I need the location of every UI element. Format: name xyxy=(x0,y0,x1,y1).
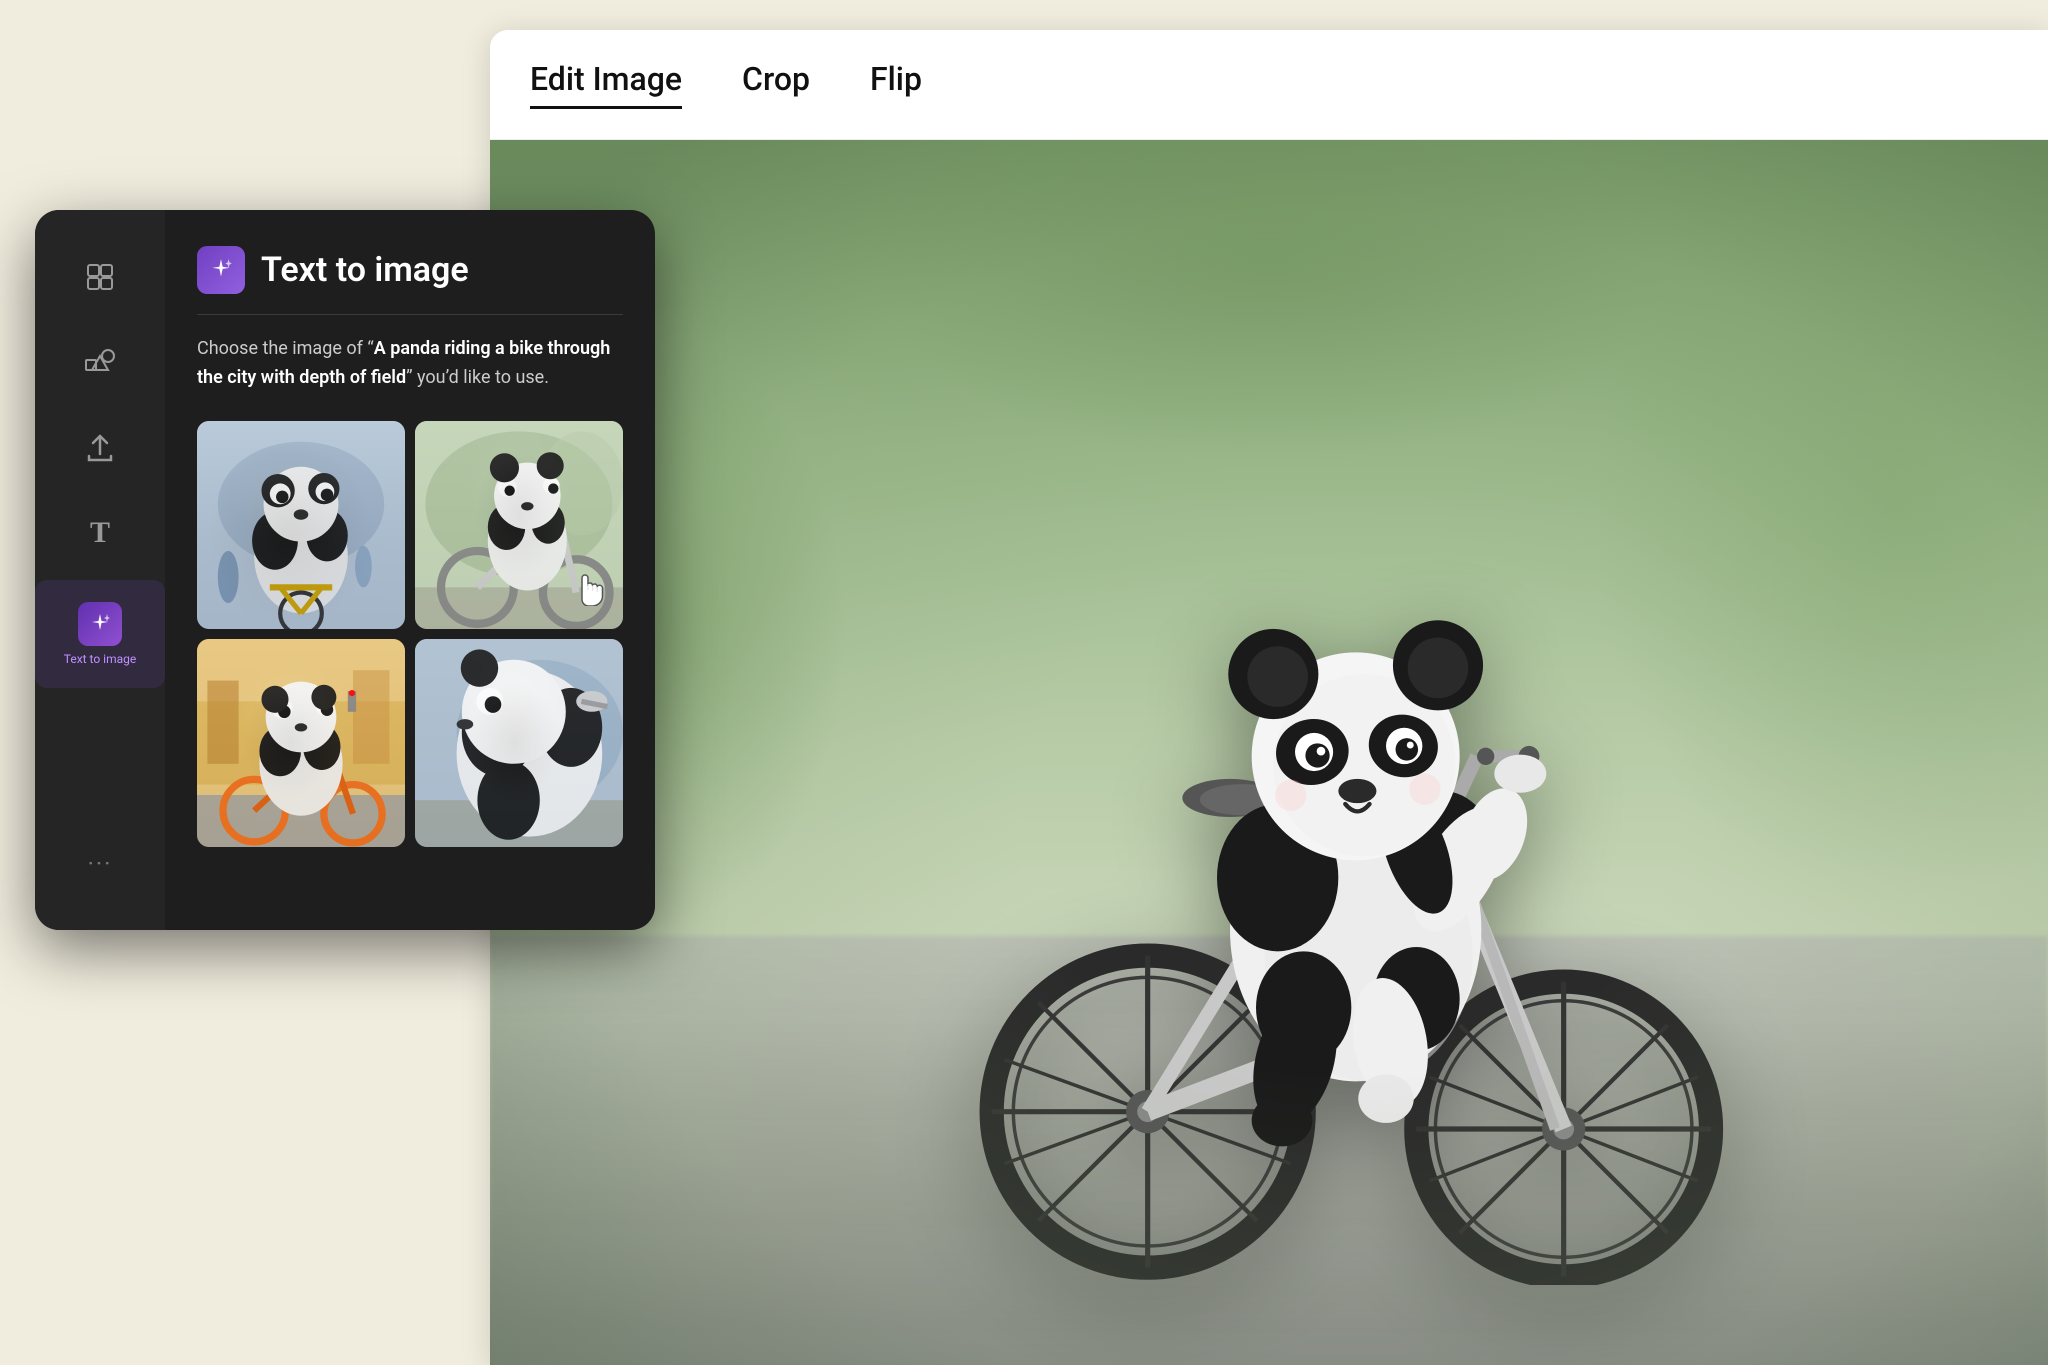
panel-content: Text to image Choose the image of “A pan… xyxy=(165,210,655,930)
sidebar-item-text-to-image[interactable]: Text to image xyxy=(35,580,165,688)
text-icon: T xyxy=(90,518,110,548)
title-divider xyxy=(197,314,623,315)
grid-item-4[interactable] xyxy=(415,639,623,847)
description-prefix: Choose the image of “ xyxy=(197,338,374,359)
sidebar-item-text[interactable]: T xyxy=(35,496,165,570)
sidebar-item-shapes[interactable] xyxy=(35,324,165,400)
left-panel: T Text to image ··· xyxy=(35,210,655,930)
panel-sparkle-icon xyxy=(208,257,234,283)
sidebar-item-text-to-image-label: Text to image xyxy=(64,652,137,666)
sidebar-item-layout[interactable] xyxy=(35,240,165,314)
grid-item-3[interactable] xyxy=(197,639,405,847)
grid-item-1[interactable] xyxy=(197,421,405,629)
sidebar-item-upload[interactable] xyxy=(35,410,165,486)
image-grid xyxy=(197,421,623,847)
sidebar-item-more[interactable]: ··· xyxy=(35,828,165,900)
layout-icon xyxy=(85,262,115,292)
grid-item-2[interactable] xyxy=(415,421,623,629)
panda-img-4-svg xyxy=(415,639,623,847)
tab-crop[interactable]: Crop xyxy=(742,60,810,109)
panel-description: Choose the image of “A panda riding a bi… xyxy=(197,335,623,393)
panda-img-1-svg xyxy=(197,421,405,629)
edit-image-header: Edit Image Crop Flip xyxy=(490,30,2048,140)
panel-title: Text to image xyxy=(261,250,469,290)
sparkle-icon xyxy=(88,612,112,636)
tab-edit-image[interactable]: Edit Image xyxy=(530,60,682,109)
sidebar: T Text to image ··· xyxy=(35,210,165,930)
panel-title-row: Text to image xyxy=(197,246,623,294)
hand-cursor-svg xyxy=(572,564,608,606)
edit-image-panel: Edit Image Crop Flip xyxy=(490,30,2048,1365)
tab-flip[interactable]: Flip xyxy=(870,60,922,109)
shapes-icon xyxy=(84,346,116,378)
panda-bicycle-illustration xyxy=(957,505,1737,1285)
more-icon: ··· xyxy=(88,850,113,878)
upload-icon xyxy=(84,432,116,464)
ai-icon-badge xyxy=(78,602,122,646)
panda-img-3-svg xyxy=(197,639,405,847)
description-suffix: ” you’d like to use. xyxy=(406,367,549,388)
cursor-pointer-icon xyxy=(572,564,608,614)
panel-ai-icon xyxy=(197,246,245,294)
main-image-canvas xyxy=(490,140,2048,1365)
